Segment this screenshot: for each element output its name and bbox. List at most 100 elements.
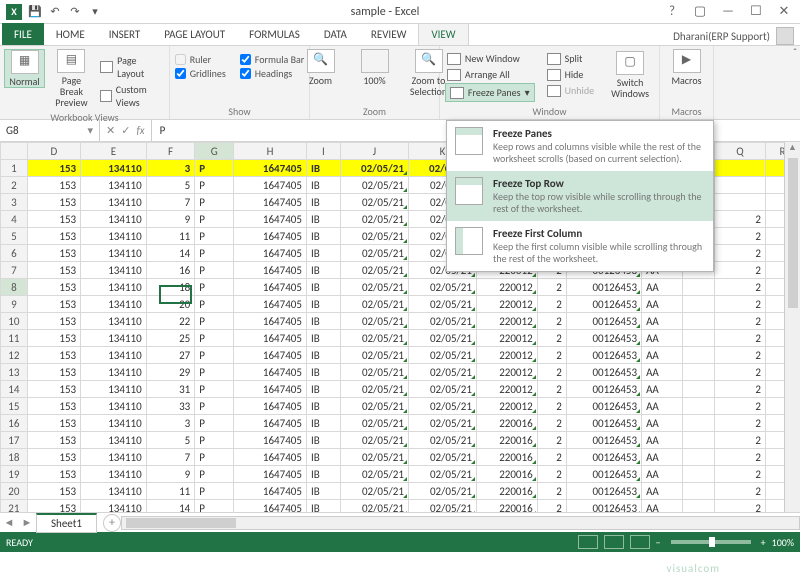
cell[interactable]: 25 (146, 330, 195, 347)
cell[interactable]: 02/05/21 (340, 228, 408, 245)
cell[interactable]: 134110 (81, 245, 147, 262)
cell[interactable]: P (195, 211, 234, 228)
cell[interactable]: 02/05/21 (340, 177, 408, 194)
redo-icon[interactable]: ↷ (68, 5, 82, 19)
cell[interactable]: 153 (27, 228, 80, 245)
cell[interactable]: 1647405 (234, 398, 307, 415)
normal-view-button[interactable]: ▦Normal (4, 49, 45, 88)
cell[interactable]: 02/05/21 (340, 432, 408, 449)
cell[interactable]: 2 (714, 211, 765, 228)
cell[interactable]: 220016 (476, 432, 537, 449)
cell[interactable]: 2 (714, 432, 765, 449)
cell[interactable]: IB (306, 466, 340, 483)
cell[interactable] (683, 398, 715, 415)
cell[interactable]: 1647405 (234, 364, 307, 381)
cell[interactable]: 1647405 (234, 330, 307, 347)
cell[interactable]: 134110 (81, 415, 147, 432)
cell[interactable]: 00126453 (566, 381, 641, 398)
cell[interactable]: IB (306, 500, 340, 513)
cell[interactable]: 14 (146, 245, 195, 262)
save-icon[interactable]: 💾 (28, 5, 42, 19)
cell[interactable]: 2 (537, 398, 566, 415)
row-header[interactable]: 8 (1, 279, 28, 296)
cell[interactable]: 2 (714, 330, 765, 347)
cell[interactable] (683, 364, 715, 381)
tab-home[interactable]: HOME (44, 23, 97, 45)
qat-customize-icon[interactable]: ▾ (88, 5, 102, 19)
cell[interactable]: 2 (714, 364, 765, 381)
cell[interactable]: 9 (146, 466, 195, 483)
column-header[interactable]: H (234, 143, 307, 160)
cell[interactable]: 02/05/21 (340, 194, 408, 211)
cell[interactable]: 33 (146, 398, 195, 415)
cell[interactable]: 134110 (81, 500, 147, 513)
cell[interactable]: 220012 (476, 279, 537, 296)
cell[interactable]: AA (642, 330, 683, 347)
cell[interactable]: 00126453 (566, 347, 641, 364)
user-name[interactable]: Dharani(ERP Support) (673, 30, 770, 43)
cell[interactable]: 134110 (81, 194, 147, 211)
cell[interactable]: 18 (146, 279, 195, 296)
page-layout-button[interactable]: Page Layout (98, 53, 165, 81)
cell[interactable]: 02/05/21 (408, 313, 476, 330)
zoom-level[interactable]: 100% (772, 536, 794, 549)
cell[interactable]: 02/05/21 (408, 432, 476, 449)
column-header[interactable]: G (195, 143, 234, 160)
cell[interactable]: 2 (714, 313, 765, 330)
cell[interactable]: 00126453 (566, 364, 641, 381)
zoom-button[interactable]: 🔍Zoom (297, 49, 345, 86)
arrange-all-button[interactable]: Arrange All (445, 67, 535, 82)
cell[interactable] (683, 330, 715, 347)
row-header[interactable]: 21 (1, 500, 28, 513)
cell[interactable]: 134110 (81, 449, 147, 466)
cell[interactable]: IB (306, 211, 340, 228)
cell[interactable]: 1647405 (234, 466, 307, 483)
cell[interactable]: 153 (27, 500, 80, 513)
cell[interactable] (683, 449, 715, 466)
cell[interactable]: 02/05/21 (340, 245, 408, 262)
cell[interactable] (683, 296, 715, 313)
cell[interactable]: 153 (27, 398, 80, 415)
cell[interactable] (683, 432, 715, 449)
cell[interactable]: 153 (27, 415, 80, 432)
cell[interactable]: 134110 (81, 432, 147, 449)
collapse-ribbon-icon[interactable]: ˆ (790, 46, 800, 119)
ribbon-options-icon[interactable]: ▢ (690, 4, 710, 19)
cell[interactable]: 3 (146, 415, 195, 432)
cell[interactable]: 02/05/21 (408, 347, 476, 364)
cell[interactable]: 134110 (81, 364, 147, 381)
row-header[interactable]: 5 (1, 228, 28, 245)
cell[interactable] (683, 415, 715, 432)
cell[interactable]: 02/05/21 (340, 347, 408, 364)
freeze-top-row-item[interactable]: Freeze Top RowKeep the top row visible w… (447, 171, 713, 221)
cell[interactable]: 29 (146, 364, 195, 381)
cell[interactable]: 02/05/21 (340, 330, 408, 347)
fx-icon[interactable]: fx (136, 124, 144, 137)
cell[interactable]: 2 (714, 483, 765, 500)
cell[interactable]: 02/05/21 (408, 415, 476, 432)
cell[interactable]: 02/05/21 (340, 160, 408, 177)
cell[interactable]: 220012 (476, 381, 537, 398)
cell[interactable]: 153 (27, 279, 80, 296)
cell[interactable]: 2 (714, 279, 765, 296)
cell[interactable]: IB (306, 432, 340, 449)
cell[interactable]: IB (306, 347, 340, 364)
cell[interactable] (683, 279, 715, 296)
unhide-button[interactable]: Unhide (545, 83, 596, 98)
cell[interactable]: IB (306, 262, 340, 279)
cell[interactable]: P (195, 415, 234, 432)
row-header[interactable]: 3 (1, 194, 28, 211)
cell[interactable]: 02/05/21 (340, 466, 408, 483)
cell[interactable]: 02/05/21 (408, 500, 476, 513)
cell[interactable]: 1647405 (234, 228, 307, 245)
cell[interactable]: 16 (146, 262, 195, 279)
cell[interactable]: 153 (27, 483, 80, 500)
cell[interactable]: 2 (714, 228, 765, 245)
cell[interactable]: P (195, 296, 234, 313)
cell[interactable]: 134110 (81, 347, 147, 364)
cell[interactable]: 11 (146, 228, 195, 245)
cell[interactable]: 134110 (81, 466, 147, 483)
cell[interactable]: 00126453 (566, 432, 641, 449)
cell[interactable]: 02/05/21 (340, 449, 408, 466)
cell[interactable]: 1647405 (234, 296, 307, 313)
